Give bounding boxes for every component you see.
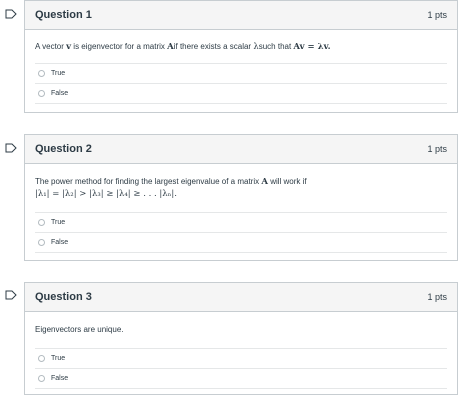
answer-option[interactable]: True (35, 348, 447, 368)
question-header: Question 3 1 pts (25, 283, 457, 312)
question-card: Question 3 1 pts Eigenvectors are unique… (24, 282, 458, 395)
flag-question-icon[interactable] (5, 143, 17, 153)
question-text: A vector v is eigenvector for a matrix A… (35, 42, 331, 52)
radio-button[interactable] (38, 375, 45, 382)
radio-button[interactable] (38, 90, 45, 97)
flag-question-icon[interactable] (5, 290, 17, 300)
answer-label: False (51, 375, 69, 382)
question-title: Question 1 (35, 9, 92, 21)
answer-option[interactable]: False (35, 83, 447, 104)
question-card: Question 2 1 pts The power method for fi… (24, 134, 458, 261)
answer-label: True (51, 70, 66, 77)
question-text: The power method for finding the largest… (35, 177, 307, 199)
question-title: Question 3 (35, 291, 92, 303)
answer-option[interactable]: True (35, 212, 447, 232)
flag-question-icon[interactable] (5, 9, 17, 19)
question-text: Eigenvectors are unique. (35, 325, 124, 334)
question-header: Question 2 1 pts (25, 135, 457, 164)
radio-button[interactable] (38, 239, 45, 246)
answer-option[interactable]: True (35, 63, 447, 83)
question-card: Question 1 1 pts A vector v is eigenvect… (24, 0, 458, 113)
question-math: |λ₁| = |λ₂| > |λ₃| ≥ |λ₄| ≥ . . . |λₙ|. (35, 189, 177, 199)
radio-button[interactable] (38, 219, 45, 226)
answer-label: False (51, 239, 69, 246)
question-points: 1 pts (427, 10, 447, 20)
answer-label: True (51, 219, 66, 226)
answer-option[interactable]: False (35, 232, 447, 253)
radio-button[interactable] (38, 355, 45, 362)
answer-label: True (51, 355, 66, 362)
question-title: Question 2 (35, 143, 92, 155)
answer-option[interactable]: False (35, 368, 447, 389)
answer-label: False (51, 90, 69, 97)
question-points: 1 pts (427, 144, 447, 154)
radio-button[interactable] (38, 70, 45, 77)
question-points: 1 pts (427, 292, 447, 302)
question-header: Question 1 1 pts (25, 1, 457, 30)
